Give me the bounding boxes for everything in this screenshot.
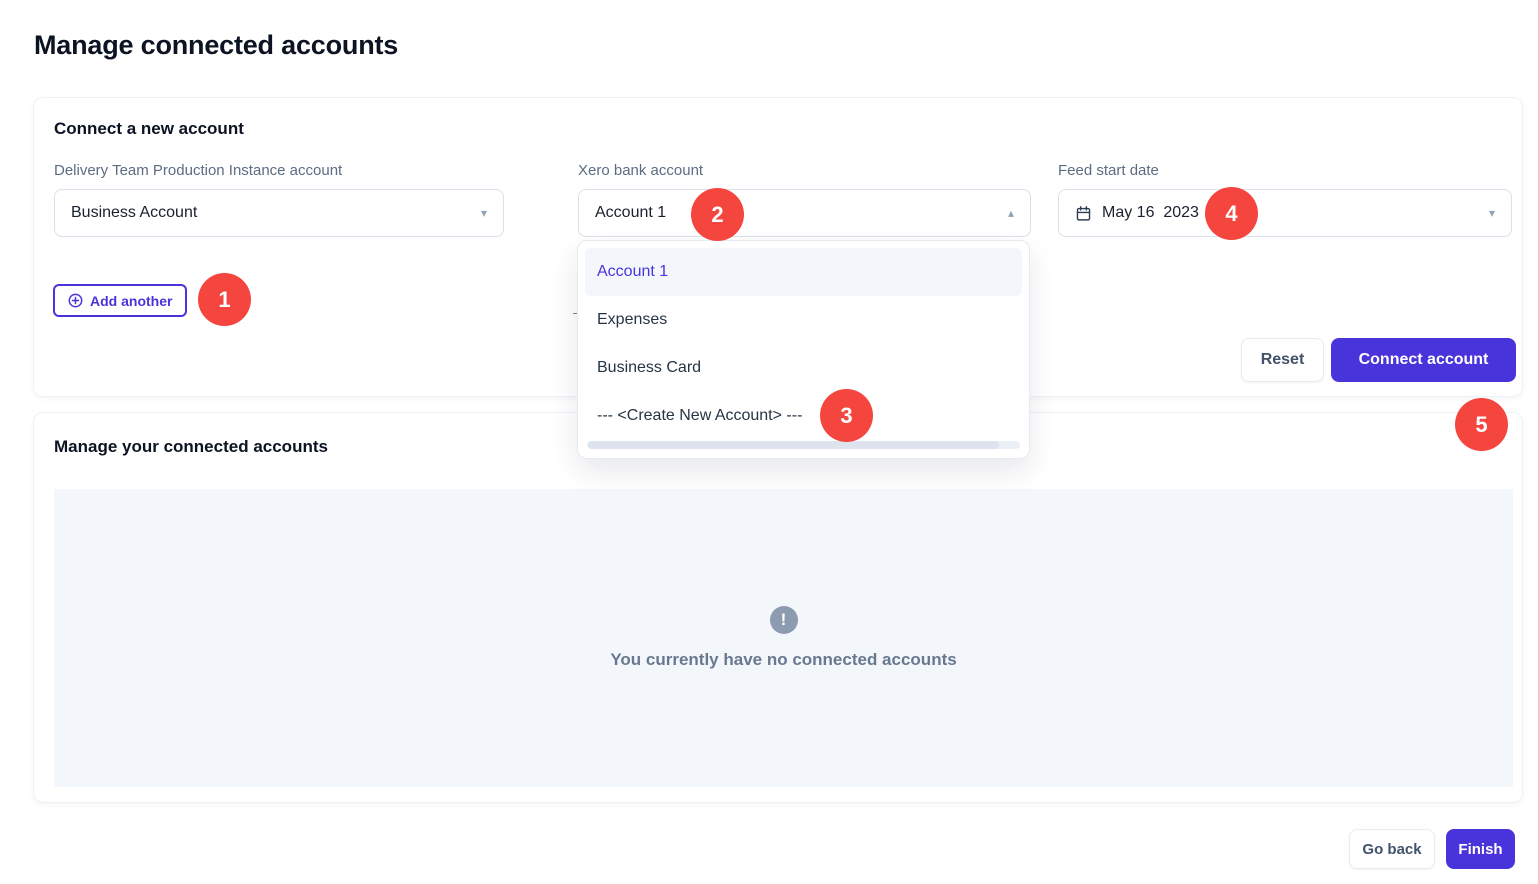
source-account-label: Delivery Team Production Instance accoun… — [54, 162, 342, 179]
add-another-button[interactable]: Add another — [53, 284, 187, 317]
page-title: Manage connected accounts — [34, 30, 398, 61]
xero-account-value: Account 1 — [595, 204, 666, 222]
annotation-marker-1: 1 — [198, 273, 251, 326]
xero-account-dropdown: Account 1 Expenses Business Card --- <Cr… — [577, 240, 1030, 459]
xero-account-select[interactable]: Account 1 ▴ — [578, 189, 1031, 237]
dropdown-option-create-new-account[interactable]: --- <Create New Account> --- — [585, 392, 1022, 440]
go-back-button[interactable]: Go back — [1349, 829, 1435, 869]
manage-connected-accounts-page: Manage connected accounts Connect a new … — [0, 0, 1538, 884]
annotation-marker-3: 3 — [820, 389, 873, 442]
source-account-select[interactable]: Business Account ▾ — [54, 189, 504, 237]
source-account-value: Business Account — [71, 204, 197, 222]
calendar-icon — [1075, 205, 1092, 222]
chevron-down-icon: ▾ — [1489, 207, 1495, 219]
feed-start-date-label: Feed start date — [1058, 162, 1159, 179]
scrollbar-thumb[interactable] — [588, 441, 999, 449]
xero-account-label: Xero bank account — [578, 162, 703, 179]
annotation-marker-4: 4 — [1205, 187, 1258, 240]
manage-card-heading: Manage your connected accounts — [54, 437, 328, 457]
manage-accounts-card: Manage your connected accounts ! You cur… — [33, 412, 1523, 803]
finish-button[interactable]: Finish — [1446, 829, 1515, 869]
reset-button[interactable]: Reset — [1241, 338, 1324, 382]
dropdown-option-expenses[interactable]: Expenses — [585, 296, 1022, 344]
circled-plus-icon — [68, 293, 83, 308]
feed-start-date-value: May 16 2023 — [1102, 204, 1199, 222]
add-another-label: Add another — [90, 293, 172, 309]
annotation-marker-5: 5 — [1455, 398, 1508, 451]
feed-start-date-select[interactable]: May 16 2023 ▾ — [1058, 189, 1512, 237]
empty-accounts-area: ! You currently have no connected accoun… — [54, 489, 1513, 787]
dropdown-horizontal-scrollbar[interactable] — [587, 441, 1020, 449]
connect-account-button[interactable]: Connect account — [1331, 338, 1516, 382]
connect-card-heading: Connect a new account — [54, 119, 244, 139]
dropdown-option-business-card[interactable]: Business Card — [585, 344, 1022, 392]
alert-icon: ! — [770, 606, 798, 634]
chevron-down-icon: ▾ — [481, 207, 487, 219]
empty-accounts-message: You currently have no connected accounts — [610, 650, 956, 670]
annotation-marker-2: 2 — [691, 188, 744, 241]
dropdown-option-account-1[interactable]: Account 1 — [585, 248, 1022, 296]
chevron-up-icon: ▴ — [1008, 207, 1014, 219]
